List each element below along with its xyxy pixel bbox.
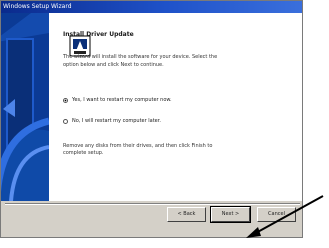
radio-selected-icon[interactable] xyxy=(63,97,68,103)
restart-now-option[interactable]: Yes, I want to restart my computer now. xyxy=(63,97,172,103)
radio-unselected-icon[interactable] xyxy=(63,118,68,124)
page-description: The wizard will install the software for… xyxy=(63,54,218,68)
footer-separator xyxy=(5,203,300,205)
page-note: Remove any disks from their drives, and … xyxy=(63,143,213,156)
setup-wizard-window: Windows Setup Wizard Install Driver Upda… xyxy=(0,0,303,238)
cancel-button[interactable]: Cancel xyxy=(257,207,296,222)
back-button[interactable]: < Back xyxy=(167,207,206,222)
next-button[interactable]: Next > xyxy=(210,206,251,223)
wizard-content xyxy=(49,13,302,201)
restart-later-label: No, I will restart my computer later. xyxy=(72,118,161,124)
wizard-side-banner xyxy=(1,13,49,201)
window-titlebar[interactable]: Windows Setup Wizard xyxy=(1,1,302,13)
restart-later-option[interactable]: No, I will restart my computer later. xyxy=(63,118,161,124)
page-heading: Install Driver Update xyxy=(63,31,134,38)
restart-now-label: Yes, I want to restart my computer now. xyxy=(72,97,172,103)
